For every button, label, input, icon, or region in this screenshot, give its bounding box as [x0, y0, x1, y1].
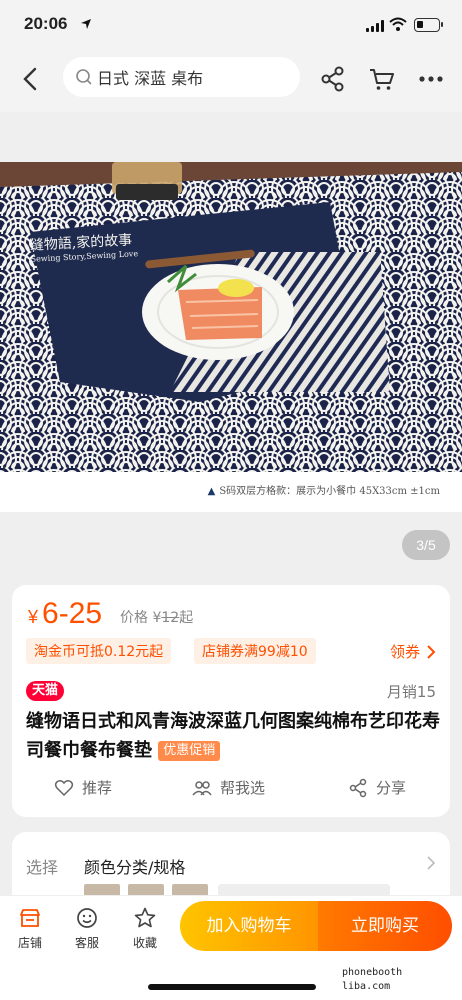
- home-indicator: [148, 984, 316, 990]
- store-label: 店铺: [17, 936, 42, 950]
- status-bar: 20:06: [0, 0, 462, 52]
- tmall-badge: 天猫: [26, 681, 65, 701]
- more-icon[interactable]: [416, 64, 446, 94]
- tree-icon: ▲: [207, 486, 216, 497]
- original-price-suffix: 起: [179, 610, 194, 626]
- chevron-right-icon: [424, 854, 438, 872]
- product-gallery[interactable]: 缝物語,家的故事 Sewing Story,Sewing Love ▲ S码双层方…: [0, 112, 462, 572]
- chevron-right-icon: [427, 644, 436, 659]
- promo-badge[interactable]: 优惠促销: [158, 741, 221, 761]
- favorite-label: 收藏: [132, 936, 157, 950]
- top-nav-bar: 日式 深蓝 桌布: [0, 52, 462, 112]
- customer-service-tab[interactable]: 客服: [67, 906, 107, 951]
- caption-text: S码双层方格款：展示为小餐巾 45X33cm ±1cm: [219, 486, 440, 497]
- buy-now-button[interactable]: 立即购买: [318, 901, 452, 951]
- recommend-button[interactable]: 推荐: [54, 777, 112, 798]
- help-choose-button[interactable]: 帮我选: [192, 777, 265, 798]
- cellular-signal-icon: [366, 20, 384, 32]
- product-info-card: ¥6-25 价格 ¥12起 淘金币可抵0.12元起 店铺券满99减10 领券 天…: [12, 585, 450, 817]
- search-bar[interactable]: 日式 深蓝 桌布: [63, 57, 300, 97]
- monthly-sales: 月销15: [386, 683, 436, 701]
- site-watermark: phonebooth liba.com: [338, 966, 407, 994]
- original-price: 价格 ¥12起: [120, 607, 193, 627]
- star-icon: [134, 907, 156, 928]
- get-coupon-button[interactable]: 领券: [390, 641, 436, 662]
- photo-caption: ▲ S码双层方格款：展示为小餐巾 45X33cm ±1cm: [208, 482, 440, 497]
- product-photo[interactable]: 缝物語,家的故事 Sewing Story,Sewing Love: [0, 162, 462, 472]
- shop-coupon-tag[interactable]: 店铺券满99减10: [194, 638, 316, 664]
- product-actions: 推荐 帮我选 分享: [12, 777, 450, 803]
- caption-strip: ▲ S码双层方格款：展示为小餐巾 45X33cm ±1cm: [0, 472, 462, 512]
- battery-icon: [414, 18, 443, 32]
- coupon-label: 领券: [389, 643, 420, 661]
- recommend-label: 推荐: [82, 779, 113, 797]
- add-to-cart-button[interactable]: 加入购物车: [180, 901, 318, 951]
- currency-symbol: ¥: [28, 607, 39, 627]
- store-icon: [20, 909, 40, 927]
- back-arrow-icon[interactable]: [16, 64, 46, 94]
- spec-label: 选择: [26, 858, 59, 877]
- price-range: 6-25: [42, 597, 103, 630]
- taojinbi-tag[interactable]: 淘金币可抵0.12元起: [26, 638, 172, 664]
- share-label: 分享: [376, 779, 407, 797]
- heart-icon: [54, 779, 74, 796]
- wifi-icon: [389, 16, 407, 36]
- cart-icon[interactable]: [367, 64, 397, 94]
- original-price-value: 12: [161, 610, 180, 626]
- product-title-text: 缝物语日式和风青海波深蓝几何图案纯棉布艺印花寿司餐巾餐布餐垫: [26, 711, 440, 761]
- service-label: 客服: [74, 936, 99, 950]
- smile-chat-icon: [77, 908, 97, 928]
- search-query: 日式 深蓝 桌布: [97, 69, 204, 88]
- price-label: 价格: [120, 610, 148, 626]
- search-icon: [75, 68, 93, 86]
- product-title: 缝物语日式和风青海波深蓝几何图案纯棉布艺印花寿司餐巾餐布餐垫 优惠促销: [26, 707, 440, 765]
- share-icon[interactable]: [318, 64, 348, 94]
- favorite-tab[interactable]: 收藏: [125, 906, 165, 951]
- image-counter: 3/5: [402, 530, 450, 560]
- share-icon: [349, 778, 367, 797]
- location-arrow-icon: [80, 18, 92, 33]
- people-icon: [192, 780, 212, 796]
- store-tab[interactable]: 店铺: [10, 906, 50, 951]
- watermark-line1: phonebooth: [342, 967, 403, 978]
- status-time: 20:06: [24, 14, 68, 33]
- help-choose-label: 帮我选: [220, 779, 266, 797]
- share-product-button[interactable]: 分享: [348, 777, 406, 798]
- spec-value: 颜色分类/规格: [84, 858, 186, 877]
- price: ¥6-25: [28, 597, 102, 631]
- watermark-line2: liba.com: [342, 981, 391, 992]
